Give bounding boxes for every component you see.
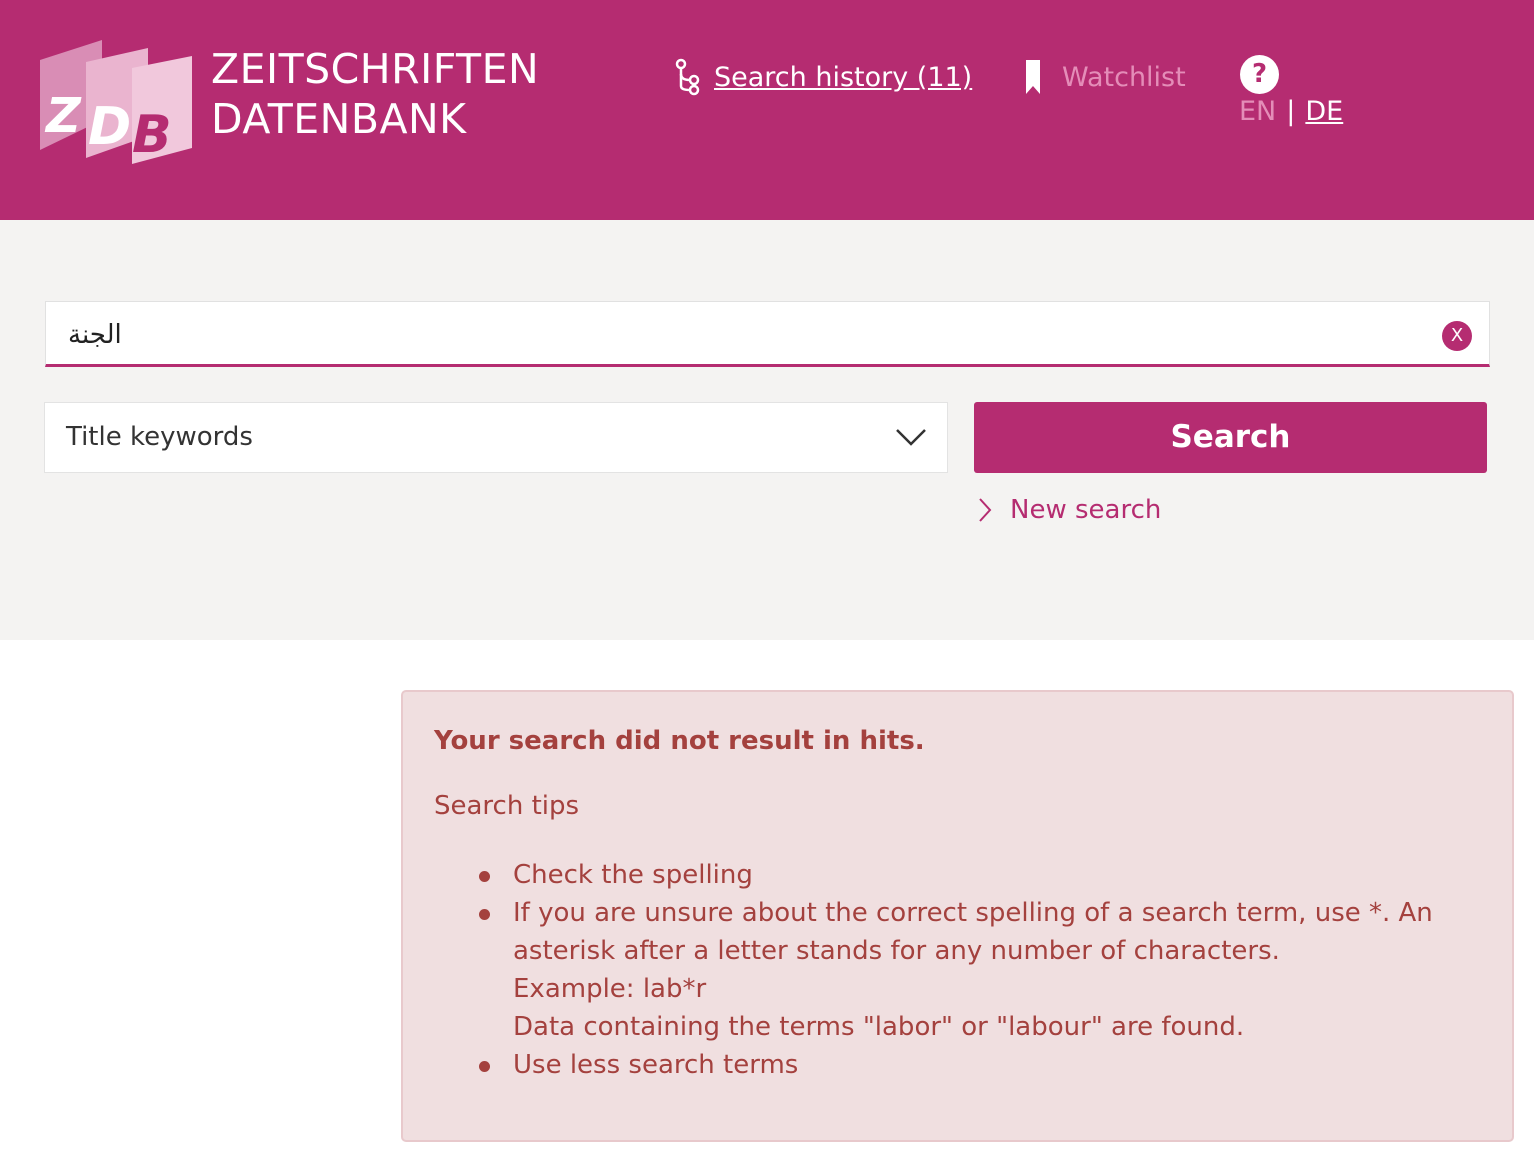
chevron-right-icon [979,498,992,522]
lang-en[interactable]: EN [1239,96,1276,127]
search-tips-list: Check the spelling If you are unsure abo… [479,856,1473,1084]
help-icon[interactable]: ? [1240,55,1279,94]
new-search-label: New search [1010,495,1162,525]
tip-line: Check the spelling [513,860,753,890]
tip-line: Data containing the terms "labor" or "la… [513,1012,1245,1042]
brand-name[interactable]: ZEITSCHRIFTEN DATENBANK [211,44,539,144]
search-field-select[interactable]: Title keywords [44,402,948,473]
svg-text:B: B [132,105,172,164]
brand-line-2: DATENBANK [211,95,467,143]
watchlist-label: Watchlist [1062,61,1186,93]
clear-icon[interactable]: X [1442,321,1472,351]
brand-line-1: ZEITSCHRIFTEN [211,45,540,93]
tip-line: If you are unsure about the correct spel… [513,898,1433,966]
bookmark-icon [1026,60,1040,94]
svg-text:Z: Z [44,88,82,144]
search-field: X [45,301,1490,367]
list-item: If you are unsure about the correct spel… [479,894,1473,1046]
history-branch-icon [675,58,700,96]
list-item: Use less search terms [479,1046,1473,1084]
list-item: Check the spelling [479,856,1473,894]
alert-title: Your search did not result in hits. [434,726,925,756]
search-history-label: Search history (11) [714,61,973,93]
site-header: Z D B ZEITSCHRIFTEN DATENBANK Search his… [0,0,1534,220]
lang-de[interactable]: DE [1305,96,1343,127]
search-history-link[interactable]: Search history (11) [674,58,972,96]
chevron-down-icon [896,429,926,446]
zdb-logo[interactable]: Z D B [40,40,195,164]
svg-text:D: D [88,97,131,157]
search-input[interactable] [66,312,1430,358]
no-results-alert: Your search did not result in hits. Sear… [401,690,1514,1142]
lang-separator: | [1286,96,1296,127]
language-switcher: EN | DE [1239,96,1343,127]
search-field-select-value: Title keywords [66,422,253,452]
new-search-link[interactable]: New search [978,495,1161,525]
search-tips-heading: Search tips [434,791,580,821]
tip-line: Example: lab*r [513,974,707,1004]
search-panel: X Title keywords Search New search [0,220,1534,640]
search-button[interactable]: Search [974,402,1487,473]
watchlist-link[interactable]: Watchlist [1024,58,1186,96]
tip-line: Use less search terms [513,1050,799,1080]
